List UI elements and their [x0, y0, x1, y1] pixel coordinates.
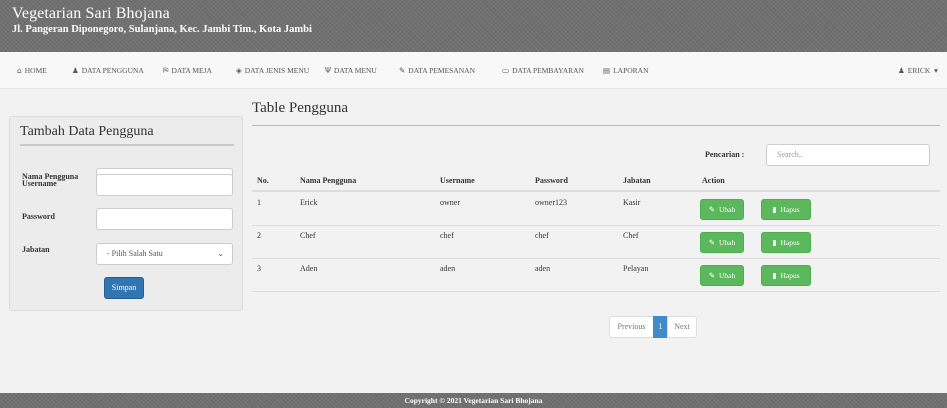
nav-data-pengguna-label: DATA PENGGUNA	[81, 66, 144, 75]
site-title: Vegetarian Sari Bhojana	[12, 5, 170, 22]
table-row: 2 Chef chef chef Chef ✎ Ubah ▮ Hapus	[252, 226, 940, 259]
edit-button-label: Ubah	[719, 271, 736, 280]
tag-icon: ◈	[236, 66, 242, 75]
chevron-down-icon: ▾	[934, 66, 938, 75]
nav-data-pembayaran[interactable]: ▭ DATA PEMBAYARAN	[502, 52, 584, 89]
table-title: Table Pengguna	[252, 100, 349, 116]
cell-password: aden	[535, 264, 551, 273]
password-label: Password	[22, 212, 55, 221]
column-header-no: No.	[257, 176, 269, 185]
table-header: No. Nama Pengguna Username Password Jaba…	[252, 172, 940, 192]
nav-data-pemesanan-label: DATA PEMESANAN	[408, 66, 475, 75]
add-user-panel: Tambah Data Pengguna Nama Pengguna Usern…	[9, 116, 243, 311]
column-header-action: Action	[702, 176, 725, 185]
cutlery-icon: ψ	[325, 66, 331, 75]
trash-icon: ▮	[772, 271, 777, 280]
cell-username: aden	[440, 264, 456, 273]
cell-username: chef	[440, 231, 454, 240]
cell-jabatan: Chef	[623, 231, 639, 240]
site-header: Vegetarian Sari Bhojana Jl. Pangeran Dip…	[0, 0, 947, 52]
nav-data-meja[interactable]: ⛿ DATA MEJA	[163, 52, 212, 89]
jabatan-select[interactable]: - Pilih Salah Satu ⌄	[96, 243, 233, 265]
cell-no: 2	[257, 231, 261, 240]
pagination-page-1[interactable]: 1	[653, 316, 668, 338]
cell-nama: Erick	[300, 198, 318, 207]
chevron-down-icon: ⌄	[217, 249, 224, 258]
nav-laporan-label: LAPORAN	[613, 66, 649, 75]
cell-password: chef	[535, 231, 549, 240]
pencil-icon: ✎	[399, 66, 406, 75]
pagination-next[interactable]: Next	[667, 316, 697, 338]
column-header-jabatan: Jabatan	[623, 176, 651, 185]
column-header-username: Username	[440, 176, 475, 185]
jabatan-label: Jabatan	[22, 245, 50, 254]
home-icon: ⌂	[17, 66, 22, 75]
edit-button[interactable]: ✎ Ubah	[700, 199, 744, 220]
edit-button-label: Ubah	[719, 238, 736, 247]
nav-data-jenis-menu[interactable]: ◈ DATA JENIS MENU	[236, 52, 309, 89]
delete-button-label: Hapus	[780, 238, 800, 247]
username-label: Username	[22, 179, 57, 188]
cell-jabatan: Kasir	[623, 198, 641, 207]
main-navbar: ⌂ HOME ♟ DATA PENGGUNA ⛿ DATA MEJA ◈ DATA JE…	[0, 52, 947, 89]
delete-button-label: Hapus	[780, 205, 800, 214]
edit-button[interactable]: ✎ Ubah	[700, 232, 744, 253]
trash-icon: ▮	[772, 238, 777, 247]
user-menu-label: ERICK	[907, 66, 931, 75]
site-address: Jl. Pangeran Diponegoro, Sulanjana, Kec.…	[12, 24, 312, 35]
nav-data-meja-label: DATA MEJA	[171, 66, 212, 75]
search-label: Pencarian :	[705, 150, 745, 159]
user-icon: ♟	[72, 66, 79, 75]
column-header-nama: Nama Pengguna	[300, 176, 357, 185]
nav-home-label: HOME	[24, 66, 47, 75]
footer: Copyright © 2021 Vegetarian Sari Bhojana	[0, 393, 947, 408]
edit-icon: ✎	[708, 271, 716, 280]
delete-button[interactable]: ▮ Hapus	[761, 265, 811, 286]
add-user-title: Tambah Data Pengguna	[20, 124, 234, 146]
jabatan-selected-value: - Pilih Salah Satu	[107, 249, 163, 258]
cell-no: 1	[257, 198, 261, 207]
cell-nama: Aden	[300, 264, 318, 273]
delete-button[interactable]: ▮ Hapus	[761, 199, 811, 220]
document-icon: ▤	[603, 66, 611, 75]
column-header-password: Password	[535, 176, 568, 185]
cell-jabatan: Pelayan	[623, 264, 649, 273]
nav-home[interactable]: ⌂ HOME	[17, 52, 47, 89]
nav-data-menu[interactable]: ψ DATA MENU	[325, 52, 377, 89]
nav-laporan[interactable]: ▤ LAPORAN	[603, 52, 649, 89]
cell-username: owner	[440, 198, 460, 207]
password-input[interactable]	[96, 208, 233, 230]
cell-password: owner123	[535, 198, 567, 207]
nav-data-pengguna[interactable]: ♟ DATA PENGGUNA	[72, 52, 144, 89]
edit-icon: ✎	[708, 205, 716, 214]
user-menu[interactable]: ♟ ERICK ▾	[898, 52, 938, 89]
nav-data-menu-label: DATA MENU	[333, 66, 377, 75]
tag-icon: ⛿	[163, 66, 169, 75]
table-row: 1 Erick owner owner123 Kasir ✎ Ubah ▮ Hapu…	[252, 193, 940, 226]
user-icon: ♟	[898, 66, 905, 75]
edit-icon: ✎	[708, 238, 716, 247]
delete-button[interactable]: ▮ Hapus	[761, 232, 811, 253]
table-row: 3 Aden aden aden Pelayan ✎ Ubah ▮ Hapus	[252, 259, 940, 292]
search-input[interactable]: Search..	[766, 144, 930, 166]
nav-data-pemesanan[interactable]: ✎ DATA PEMESANAN	[399, 52, 475, 89]
nav-data-pembayaran-label: DATA PEMBAYARAN	[512, 66, 584, 75]
pagination-previous[interactable]: Previous	[609, 316, 654, 338]
trash-icon: ▮	[772, 205, 777, 214]
cell-nama: Chef	[300, 231, 316, 240]
edit-button-label: Ubah	[719, 205, 736, 214]
money-icon: ▭	[502, 66, 510, 75]
nav-data-jenis-menu-label: DATA JENIS MENU	[244, 66, 310, 75]
delete-button-label: Hapus	[780, 271, 800, 280]
username-input[interactable]	[96, 174, 233, 196]
edit-button[interactable]: ✎ Ubah	[700, 265, 744, 286]
cell-no: 3	[257, 264, 261, 273]
save-button[interactable]: Simpan	[104, 277, 144, 299]
title-divider	[252, 125, 940, 126]
